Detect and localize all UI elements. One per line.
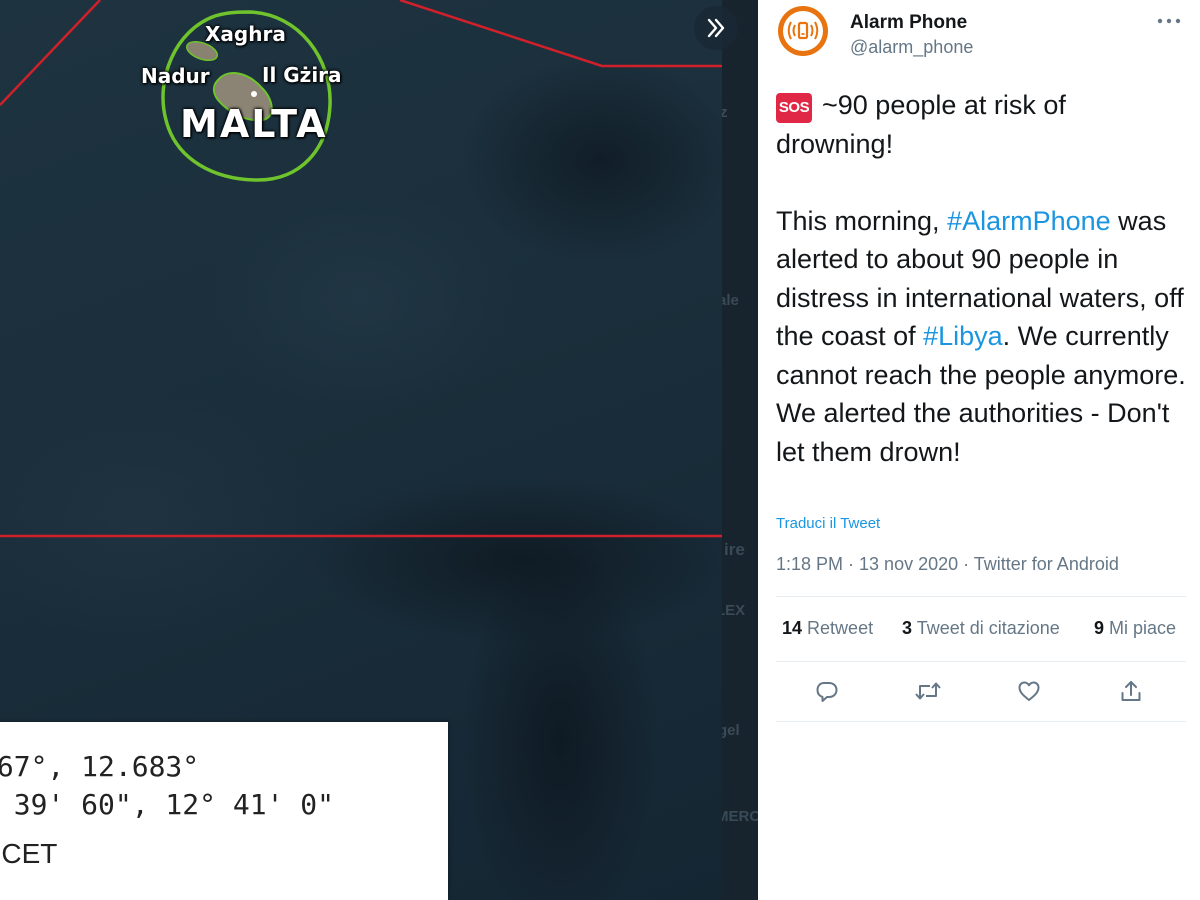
user-handle[interactable]: @alarm_phone bbox=[850, 37, 973, 58]
sos-emoji-icon: SOS bbox=[776, 93, 812, 123]
coordinate-readout: 667°, 12.683° ° 39' 60", 12° 41' 0" 0 CE… bbox=[0, 722, 448, 900]
quotes-label: Tweet di citazione bbox=[916, 618, 1060, 638]
retweets-label: Retweet bbox=[807, 618, 874, 638]
retweets-count: 14 bbox=[782, 618, 803, 638]
like-icon bbox=[1018, 681, 1040, 701]
background-fragment: ale bbox=[722, 292, 739, 309]
likes-label: Mi piace bbox=[1109, 618, 1177, 638]
hashtag-link-libya[interactable]: #Libya bbox=[923, 321, 1003, 351]
retweets-stat[interactable]: 14 Retweet bbox=[782, 618, 873, 639]
map-label-malta: MALTA bbox=[180, 102, 328, 146]
background-fragment: z bbox=[722, 104, 728, 121]
quotes-count: 3 bbox=[902, 618, 913, 638]
tweet-card: Alarm Phone @alarm_phone SOS ~90 people a… bbox=[758, 0, 1200, 900]
tweet-line-1: ~90 people at risk of drowning! bbox=[776, 90, 1066, 159]
boundary-line-nw bbox=[0, 0, 101, 106]
coordinate-time: 0 CET bbox=[0, 838, 58, 869]
boundary-line-ne bbox=[399, 0, 722, 68]
ellipsis-icon bbox=[1157, 18, 1181, 24]
tweet-timestamp[interactable]: 1:18 PM · 13 nov 2020 · Twitter for Andr… bbox=[776, 554, 1119, 575]
background-page-strip: z ale ire LEX gel MERC bbox=[722, 0, 758, 900]
hashtag-link-alarmphone[interactable]: #AlarmPhone bbox=[947, 206, 1111, 236]
avatar[interactable] bbox=[778, 6, 828, 56]
display-name[interactable]: Alarm Phone bbox=[850, 12, 967, 34]
double-chevron-right-icon bbox=[707, 18, 725, 38]
quote-tweets-stat[interactable]: 3 Tweet di citazione bbox=[902, 618, 1060, 639]
coordinate-decimal: 667°, 12.683° bbox=[0, 750, 200, 783]
background-fragment: gel bbox=[722, 722, 740, 739]
reply-icon bbox=[816, 682, 838, 702]
likes-stat[interactable]: 9 Mi piace bbox=[1094, 618, 1176, 639]
tweet-text: SOS ~90 people at risk of drowning! This … bbox=[776, 86, 1190, 471]
expand-button[interactable] bbox=[694, 6, 738, 50]
share-button[interactable] bbox=[1118, 678, 1144, 704]
background-fragment: MERC bbox=[722, 808, 758, 825]
share-icon bbox=[1121, 681, 1141, 701]
like-button[interactable] bbox=[1016, 678, 1042, 704]
more-options-button[interactable] bbox=[1156, 8, 1182, 31]
map-label-xaghra: Xaghra bbox=[205, 22, 286, 46]
background-fragment: ire bbox=[724, 540, 745, 559]
retweet-icon bbox=[915, 682, 941, 700]
tweet-text-fragment: This morning, bbox=[776, 205, 948, 236]
background-fragment: LEX bbox=[722, 602, 746, 619]
coordinate-dms: ° 39' 60", 12° 41' 0" bbox=[0, 788, 335, 821]
reply-button[interactable] bbox=[814, 678, 840, 704]
alarm-phone-logo-icon bbox=[783, 11, 823, 51]
map-label-nadur: Nadur bbox=[141, 64, 210, 88]
tweet-actions bbox=[776, 661, 1186, 722]
retweet-button[interactable] bbox=[914, 678, 941, 704]
likes-count: 9 bbox=[1094, 618, 1105, 638]
location-marker bbox=[251, 91, 257, 97]
screenshot-root: Xaghra Nadur Il Gżira MALTA 667°, 12.683… bbox=[0, 0, 1200, 900]
map-view[interactable]: Xaghra Nadur Il Gżira MALTA 667°, 12.683… bbox=[0, 0, 722, 900]
translate-tweet-link[interactable]: Traduci il Tweet bbox=[776, 515, 880, 532]
map-label-il-gzira: Il Gżira bbox=[262, 63, 342, 87]
tweet-stats: 14 Retweet 3 Tweet di citazione 9 Mi pia… bbox=[776, 596, 1186, 662]
